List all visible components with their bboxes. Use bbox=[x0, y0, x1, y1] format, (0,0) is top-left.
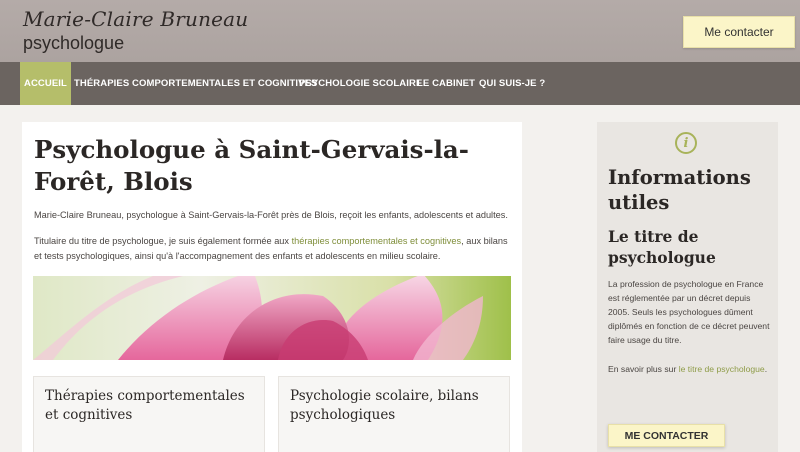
contact-button[interactable]: Me contacter bbox=[683, 16, 795, 48]
card-therapies-title[interactable]: Thérapies comportementales et cognitives bbox=[45, 387, 255, 425]
intro-paragraph: Marie-Claire Bruneau, psychologue à Sain… bbox=[34, 210, 508, 220]
site-header: Marie-Claire Bruneau psychologue Me cont… bbox=[0, 0, 800, 62]
sidebar-heading: Informations utiles bbox=[608, 166, 751, 214]
therapies-link[interactable]: thérapies comportementales et cognitives bbox=[292, 236, 462, 246]
main-content: Psychologue à Saint-Gervais-la-Forêt, Bl… bbox=[22, 122, 522, 452]
card-psychologie-scolaire[interactable]: Psychologie scolaire, bilans psychologiq… bbox=[278, 376, 510, 452]
nav-item-accueil[interactable]: ACCUEIL bbox=[20, 62, 71, 105]
nav-item-therapies[interactable]: THÉRAPIES COMPORTEMENTALES ET COGNITIVES bbox=[74, 62, 317, 105]
lotus-flower-image bbox=[33, 276, 511, 360]
main-nav: ACCUEIL THÉRAPIES COMPORTEMENTALES ET CO… bbox=[0, 62, 800, 105]
lotus-banner-image bbox=[33, 276, 511, 360]
nav-item-qui-suis-je[interactable]: QUI SUIS-JE ? bbox=[479, 62, 545, 105]
qualification-paragraph: Titulaire du titre de psychologue, je su… bbox=[34, 236, 508, 261]
info-icon: i bbox=[675, 132, 697, 154]
sidebar-contact-button[interactable]: ME CONTACTER bbox=[608, 424, 725, 447]
nav-item-psychologie-scolaire[interactable]: PSYCHOLOGIE SCOLAIRE bbox=[299, 62, 422, 105]
sidebar-subheading: Le titre de psychologue bbox=[608, 227, 716, 267]
nav-item-cabinet[interactable]: LE CABINET bbox=[417, 62, 475, 105]
site-name[interactable]: Marie-Claire Bruneau bbox=[23, 7, 248, 31]
card-therapies[interactable]: Thérapies comportementales et cognitives bbox=[33, 376, 265, 452]
info-sidebar: i Informations utiles Le titre de psycho… bbox=[597, 122, 778, 452]
sidebar-text: La profession de psychologue en France e… bbox=[608, 279, 770, 345]
site-subtitle: psychologue bbox=[23, 33, 125, 53]
page-title: Psychologue à Saint-Gervais-la-Forêt, Bl… bbox=[34, 135, 469, 196]
sidebar-more: En savoir plus sur le titre de psycholog… bbox=[608, 364, 768, 374]
card-psychologie-scolaire-title[interactable]: Psychologie scolaire, bilans psychologiq… bbox=[290, 387, 500, 425]
titre-psychologue-link[interactable]: le titre de psychologue bbox=[679, 364, 765, 374]
